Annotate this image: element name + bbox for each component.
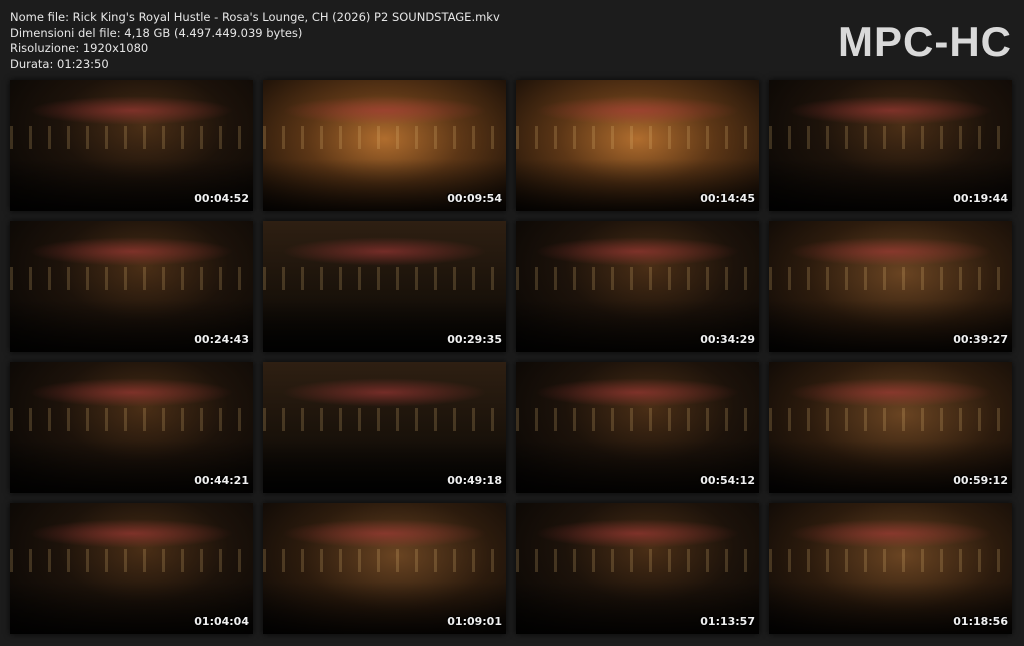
thumbnail-lights xyxy=(10,266,253,291)
video-thumbnail: 00:34:29 xyxy=(516,221,759,352)
thumbnail-lights xyxy=(516,266,759,291)
thumbnail-lights xyxy=(263,125,506,150)
thumbnail-lights xyxy=(10,407,253,432)
thumbnail-timestamp: 00:24:43 xyxy=(194,333,249,346)
duration: Durata: 01:23:50 xyxy=(10,56,109,71)
video-thumbnail: 00:29:35 xyxy=(263,221,506,352)
file-name: Nome file: Rick King's Royal Hustle - Ro… xyxy=(10,10,500,24)
video-thumbnail: 00:14:45 xyxy=(516,80,759,211)
thumbnail-scene xyxy=(282,236,487,266)
thumbnail-scene xyxy=(29,236,234,266)
thumbnail-lights xyxy=(263,548,506,573)
mpc-hc-logo: MPC-HC xyxy=(838,18,1012,65)
thumbnail-timestamp: 00:49:18 xyxy=(447,474,502,487)
video-thumbnail: 00:04:52 xyxy=(10,80,253,211)
thumbnail-timestamp: 01:18:56 xyxy=(953,615,1008,628)
file-size: Dimensioni del file: 4,18 GB (4.497.449.… xyxy=(10,25,303,40)
video-thumbnail: 00:54:12 xyxy=(516,362,759,493)
video-thumbnail: 00:44:21 xyxy=(10,362,253,493)
thumbnail-timestamp: 01:13:57 xyxy=(700,615,755,628)
video-thumbnail: 00:39:27 xyxy=(769,221,1012,352)
video-thumbnail: 00:59:12 xyxy=(769,362,1012,493)
thumbnail-lights xyxy=(769,407,1012,432)
thumbnail-timestamp: 00:19:44 xyxy=(953,192,1008,205)
video-thumbnail: 00:49:18 xyxy=(263,362,506,493)
thumbnail-grid: 00:04:52 00:09:54 00:14:45 00:19:44 00:24:43… xyxy=(10,80,1012,634)
thumbnail-scene xyxy=(29,518,234,548)
thumbnail-scene xyxy=(535,377,740,407)
thumbnail-timestamp: 00:44:21 xyxy=(194,474,249,487)
video-thumbnail: 00:19:44 xyxy=(769,80,1012,211)
thumbnail-timestamp: 00:14:45 xyxy=(700,192,755,205)
thumbnail-scene xyxy=(29,95,234,125)
video-thumbnail: 00:09:54 xyxy=(263,80,506,211)
resolution: Risoluzione: 1920x1080 xyxy=(10,41,149,55)
thumbnail-lights xyxy=(516,407,759,432)
thumbnail-scene xyxy=(282,95,487,125)
thumbnail-lights xyxy=(263,266,506,291)
thumbnail-scene xyxy=(535,236,740,266)
thumbnail-scene xyxy=(788,95,993,125)
thumbnail-timestamp: 01:09:01 xyxy=(447,615,502,628)
thumbnail-lights xyxy=(263,407,506,432)
thumbnail-scene xyxy=(788,236,993,266)
thumbnail-timestamp: 01:04:04 xyxy=(194,615,249,628)
thumbnail-timestamp: 00:34:29 xyxy=(700,333,755,346)
thumbnail-lights xyxy=(516,548,759,573)
thumbnail-scene xyxy=(788,518,993,548)
thumbnail-scene xyxy=(535,95,740,125)
thumbnail-scene xyxy=(788,377,993,407)
thumbnail-scene xyxy=(282,518,487,548)
file-info: Nome file: Rick King's Royal Hustle - Ro… xyxy=(10,10,500,72)
video-thumbnail: 01:09:01 xyxy=(263,503,506,634)
thumbnail-lights xyxy=(769,548,1012,573)
thumbnail-lights xyxy=(769,266,1012,291)
video-thumbnail: 01:04:04 xyxy=(10,503,253,634)
thumbnail-lights xyxy=(10,548,253,573)
thumbnail-timestamp: 00:39:27 xyxy=(953,333,1008,346)
thumbnail-lights xyxy=(516,125,759,150)
thumbnail-lights xyxy=(769,125,1012,150)
video-thumbnail: 00:24:43 xyxy=(10,221,253,352)
video-thumbnail: 01:18:56 xyxy=(769,503,1012,634)
thumbnail-timestamp: 00:59:12 xyxy=(953,474,1008,487)
thumbnail-scene xyxy=(29,377,234,407)
thumbnail-timestamp: 00:09:54 xyxy=(447,192,502,205)
video-thumbnail: 01:13:57 xyxy=(516,503,759,634)
thumbnail-timestamp: 00:29:35 xyxy=(447,333,502,346)
thumbnail-scene xyxy=(535,518,740,548)
thumbnail-timestamp: 00:54:12 xyxy=(700,474,755,487)
thumbnail-scene xyxy=(282,377,487,407)
thumbnail-timestamp: 00:04:52 xyxy=(194,192,249,205)
thumbnail-lights xyxy=(10,125,253,150)
